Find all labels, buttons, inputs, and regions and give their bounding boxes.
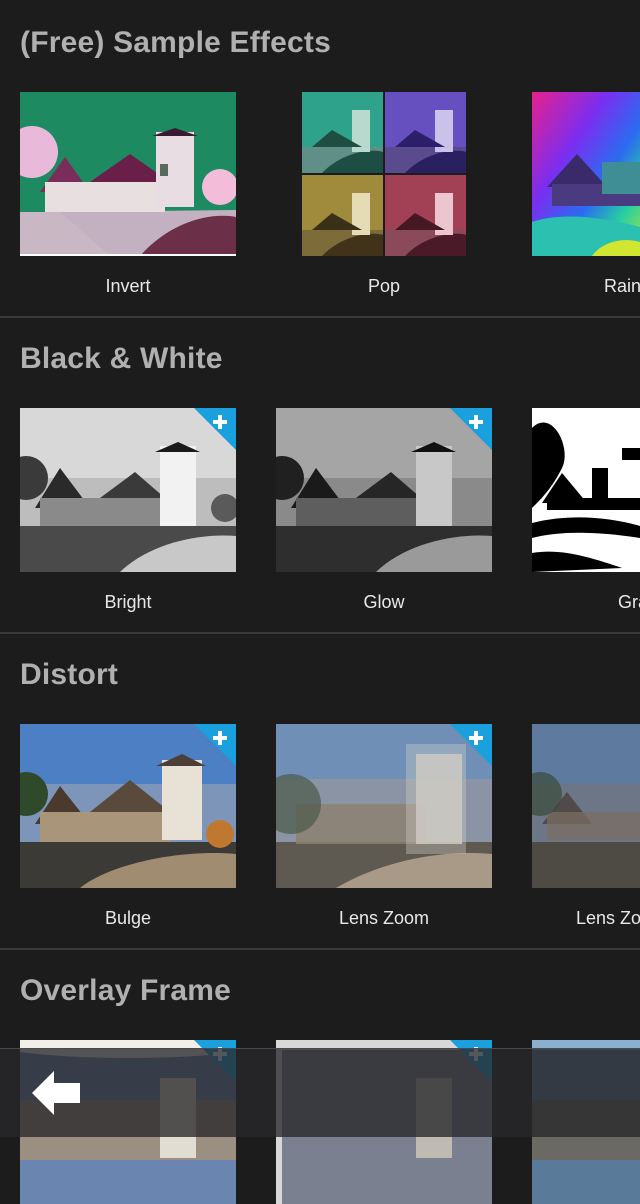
back-arrow-icon[interactable] <box>28 1067 84 1119</box>
section-title: Black & White <box>20 342 223 375</box>
effect-label-invert: Invert <box>105 276 151 296</box>
effect-label-rainbow: Rain <box>604 276 640 296</box>
bottom-toolbar <box>0 1048 640 1137</box>
effect-label-glow: Glow <box>363 592 405 612</box>
plus-corner-icon <box>450 724 492 766</box>
effect-thumb-invert[interactable] <box>20 92 236 256</box>
effect-label-bulge: Bulge <box>104 908 152 928</box>
section-title: (Free) Sample Effects <box>20 26 331 59</box>
section-title: Overlay Frame <box>20 974 232 1007</box>
effect-thumb-pop[interactable] <box>302 92 466 256</box>
section-distort: Distort Bulge Lens Zoom Lens Zo <box>0 632 640 950</box>
plus-corner-icon <box>450 408 492 450</box>
effect-thumb-bright[interactable] <box>20 408 236 572</box>
effect-thumb-lens-zoom-2[interactable] <box>532 724 640 888</box>
effect-label-pop: Pop <box>367 276 401 296</box>
effect-thumb-glow[interactable] <box>276 408 492 572</box>
plus-corner-icon <box>194 408 236 450</box>
plus-corner-icon <box>194 724 236 766</box>
effect-label-lens-zoom: Lens Zoom <box>338 908 430 928</box>
section-black-white: Black & White Bright Glow Gr <box>0 316 640 634</box>
effect-thumb-bulge[interactable] <box>20 724 236 888</box>
effect-thumb-rainbow[interactable] <box>532 92 640 256</box>
effect-label-lens-zoom-2: Lens Zo <box>576 908 640 928</box>
effect-label-bright: Bright <box>104 592 152 612</box>
section-title: Distort <box>20 658 119 691</box>
section-free-sample-effects: (Free) Sample Effects Invert Pop Rain <box>0 0 640 318</box>
effect-thumb-lens-zoom[interactable] <box>276 724 492 888</box>
effect-label-graphic: Gra <box>618 592 640 612</box>
effect-thumb-graphic[interactable] <box>532 408 640 572</box>
